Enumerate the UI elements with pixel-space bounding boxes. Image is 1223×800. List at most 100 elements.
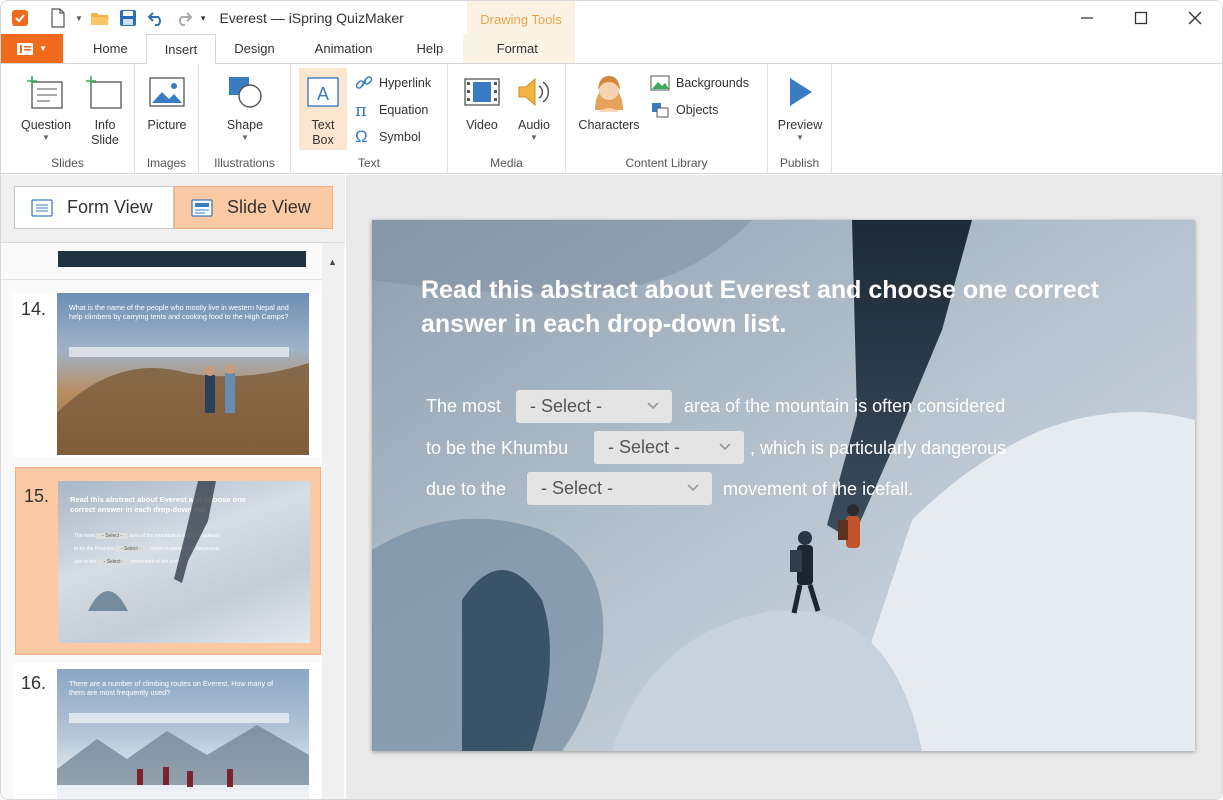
hyperlink-label: Hyperlink: [379, 76, 432, 90]
objects-icon: [652, 103, 669, 118]
slide-title[interactable]: Read this abstract about Everest and cho…: [421, 273, 1121, 341]
symbol-label: Symbol: [379, 130, 421, 144]
audio-dropdown-icon: ▼: [530, 133, 538, 142]
chevron-down-icon: [687, 484, 699, 492]
group-media: Video Audio ▼ Media: [448, 64, 566, 174]
question-dropdown-icon: ▼: [42, 133, 50, 142]
save-icon[interactable]: [117, 7, 139, 29]
window-title: Everest — iSpring QuizMaker: [219, 10, 404, 26]
line1-text-after: area of the mountain is often considered: [684, 396, 1006, 416]
tab-home[interactable]: Home: [75, 34, 146, 63]
hyperlink-icon: [355, 76, 373, 89]
info-slide-label-line1: Info: [94, 118, 116, 132]
group-label-slides: Slides: [51, 156, 84, 170]
line2-text-after: , which is particularly dangerous: [750, 438, 1007, 458]
divider: [1, 279, 323, 280]
tab-help[interactable]: Help: [394, 34, 465, 63]
group-illustrations: Shape ▼ Illustrations: [199, 64, 291, 174]
thumbnail-slot-16[interactable]: 16. There are a number of climbing route…: [13, 663, 321, 799]
picture-label: Picture: [147, 118, 187, 132]
hyperlink-button[interactable]: Hyperlink: [355, 72, 431, 94]
current-slide[interactable]: Read this abstract about Everest and cho…: [372, 220, 1195, 751]
video-label: Video: [466, 118, 498, 132]
group-label-content-library: Content Library: [625, 156, 708, 170]
new-file-dropdown-icon[interactable]: ▼: [75, 14, 83, 23]
shape-button[interactable]: Shape ▼: [221, 70, 269, 143]
backgrounds-label: Backgrounds: [676, 76, 749, 90]
tab-design[interactable]: Design: [216, 34, 292, 63]
text-box-label-line1: Text: [311, 118, 335, 132]
view-switcher: Form View Slide View: [1, 175, 345, 243]
characters-button[interactable]: Characters: [576, 70, 642, 133]
dropdown-1[interactable]: - Select -: [516, 390, 672, 423]
info-slide-button[interactable]: Info Slide: [83, 70, 127, 148]
open-folder-icon[interactable]: [89, 7, 111, 29]
close-icon[interactable]: [1168, 1, 1222, 35]
minimize-icon[interactable]: [1060, 1, 1114, 35]
equation-button[interactable]: π Equation: [355, 99, 428, 121]
maximize-icon[interactable]: [1114, 1, 1168, 35]
undo-icon[interactable]: [145, 7, 167, 29]
characters-label: Characters: [578, 118, 640, 132]
dropdown-2[interactable]: - Select -: [594, 431, 744, 464]
symbol-icon: Ω: [355, 127, 368, 146]
dropdown-3-value: - Select -: [541, 478, 614, 498]
question-label: Question: [20, 118, 72, 132]
crevasse-image: [88, 481, 216, 611]
video-button[interactable]: Video: [460, 70, 504, 133]
group-images: Picture Images: [135, 64, 199, 174]
dropdown-3[interactable]: - Select -: [527, 472, 712, 505]
text-box-label-line2: Box: [312, 133, 334, 147]
quick-access-toolbar: ▼ ▾: [1, 1, 205, 35]
thumbnail-slide-15[interactable]: Read this abstract about Everest and cho…: [58, 481, 310, 643]
shape-dropdown-icon: ▼: [241, 133, 249, 142]
tab-animation[interactable]: Animation: [293, 34, 395, 63]
backgrounds-button[interactable]: Backgrounds: [650, 72, 749, 94]
slide-number-16: 16.: [21, 673, 47, 693]
file-menu-caret-icon: ▼: [39, 44, 47, 53]
file-menu-button[interactable]: ▼: [1, 34, 63, 63]
objects-button[interactable]: Objects: [650, 99, 718, 121]
ribbon: Question ▼ Info Slide Slides Picture Ima…: [1, 64, 1222, 174]
thumbnail-slide-13-partial[interactable]: [58, 251, 306, 267]
chevron-down-icon: [719, 443, 731, 451]
line1-text-before: The most: [426, 396, 502, 416]
thumbnail-slot-14[interactable]: 14. What is the name of the people who m…: [13, 293, 321, 457]
slide-view-label: Slide View: [227, 197, 311, 217]
tab-insert[interactable]: Insert: [145, 34, 217, 64]
slide-view-button[interactable]: Slide View: [174, 186, 333, 229]
symbol-button[interactable]: Ω Symbol: [355, 126, 421, 148]
new-file-icon[interactable]: [47, 7, 69, 29]
form-view-button[interactable]: Form View: [14, 186, 174, 229]
picture-button[interactable]: Picture: [143, 70, 191, 133]
thumbnail-slot-15[interactable]: 15. Read this abstract about Everest and…: [15, 467, 321, 655]
slide-view-icon: [191, 198, 213, 217]
title-bar: ▼ ▾ Everest — iSpring QuizMaker: [1, 1, 1222, 35]
preview-play-icon: [778, 70, 822, 114]
thumbnails-scrollbar[interactable]: ▲: [322, 243, 344, 799]
slide-number-14: 14.: [21, 299, 47, 319]
info-slide-label-line2: Slide: [91, 133, 119, 147]
preview-label: Preview: [777, 118, 823, 132]
tab-format[interactable]: Format: [463, 34, 572, 63]
sentence-line-1: The most: [426, 396, 501, 417]
question-button[interactable]: Question ▼: [19, 70, 73, 143]
scroll-up-icon[interactable]: ▲: [328, 257, 337, 267]
thumbnail-slide-14[interactable]: What is the name of the people who mostl…: [57, 293, 309, 455]
picture-icon: [145, 70, 189, 114]
preview-dropdown-icon: ▼: [796, 133, 804, 142]
text-box-icon: A: [301, 70, 345, 114]
redo-icon[interactable]: [173, 7, 195, 29]
group-label-illustrations: Illustrations: [214, 156, 275, 170]
text-box-button[interactable]: A Text Box: [299, 68, 347, 150]
preview-button[interactable]: Preview ▼: [776, 70, 824, 143]
audio-button[interactable]: Audio ▼: [512, 70, 556, 143]
group-slides: Question ▼ Info Slide Slides: [1, 64, 135, 174]
characters-icon: [587, 70, 631, 114]
group-text: A Text Box Hyperlink π Equation Ω Symbol…: [291, 64, 448, 174]
slide-editor-canvas: Read this abstract about Everest and cho…: [346, 175, 1222, 799]
thumbnail-slide-16[interactable]: There are a number of climbing routes on…: [57, 669, 309, 799]
group-publish: Preview ▼ Publish: [768, 64, 832, 174]
group-label-images: Images: [146, 156, 187, 170]
customize-toolbar-icon[interactable]: ▾: [201, 13, 206, 24]
